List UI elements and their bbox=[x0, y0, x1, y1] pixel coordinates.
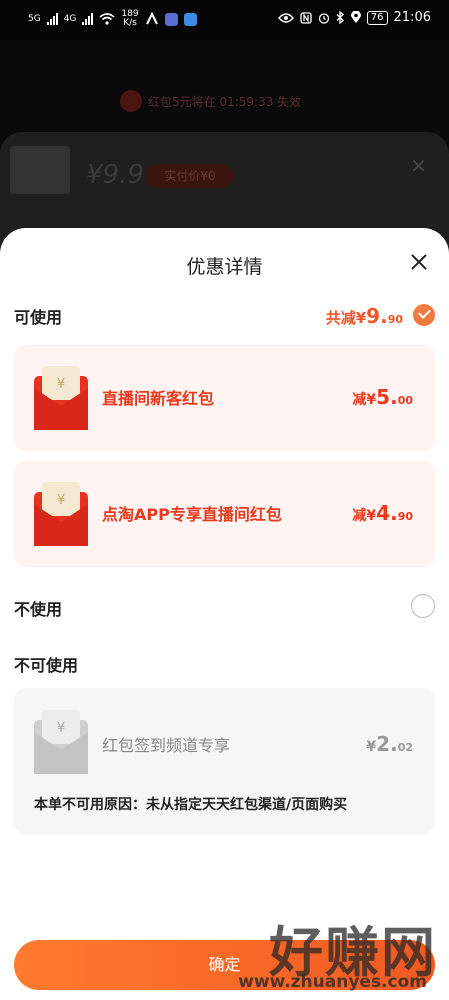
net-speed: 189 K/s bbox=[121, 10, 138, 28]
red-envelope-icon: ¥ bbox=[34, 482, 88, 546]
coupon-amount-dec: 90 bbox=[397, 510, 413, 523]
network-label: 5G bbox=[28, 14, 41, 24]
total-dec: 90 bbox=[387, 313, 403, 326]
background-close-icon: ✕ bbox=[410, 154, 427, 178]
svg-text:¥: ¥ bbox=[57, 721, 65, 736]
alarm-icon bbox=[318, 12, 329, 24]
countdown-badge-icon bbox=[120, 90, 142, 112]
coupon-amount-prefix: 减¥ bbox=[352, 508, 377, 524]
unusable-reason: 本单不可用原因：未从指定天天红包渠道/页面购买 bbox=[34, 797, 348, 813]
svg-text:¥: ¥ bbox=[57, 377, 65, 392]
not-use-option-label[interactable]: 不使用 bbox=[14, 596, 62, 620]
background-price-value: 9.9 bbox=[102, 160, 144, 190]
status-right: 76 21:06 bbox=[277, 10, 431, 25]
clock: 21:06 bbox=[393, 10, 431, 25]
coupon-name: 直播间新客红包 bbox=[102, 389, 215, 408]
sheet-title: 优惠详情 bbox=[186, 256, 263, 278]
coupon-amount-prefix: 减¥ bbox=[352, 392, 377, 408]
signal-icon bbox=[46, 13, 58, 25]
coupon-amount-int: 5. bbox=[376, 385, 398, 409]
red-envelope-icon: ¥ bbox=[34, 366, 88, 430]
total-discount: 共减¥ 9. 90 bbox=[326, 304, 403, 328]
close-button[interactable] bbox=[407, 250, 431, 274]
coupon-card[interactable]: ¥ 点淘APP专享直播间红包 减¥ 4. 90 bbox=[14, 461, 435, 567]
coupon-amount: 减¥ 5. 00 bbox=[352, 385, 413, 409]
bluetooth-icon bbox=[336, 11, 344, 24]
coupon-amount: 减¥ 4. 90 bbox=[352, 501, 413, 525]
total-prefix: 共减¥ bbox=[325, 309, 367, 327]
coupon-amount-int: 4. bbox=[376, 501, 398, 525]
countdown-banner: 红包5元将在 01:59:33 失效 bbox=[120, 90, 301, 112]
countdown-text: 红包5元将在 01:59:33 失效 bbox=[148, 94, 302, 109]
wifi-icon bbox=[99, 13, 115, 25]
unusable-amount-dec: 02 bbox=[397, 741, 413, 754]
unusable-amount-prefix: ¥ bbox=[366, 739, 377, 755]
total-int: 9. bbox=[366, 304, 388, 328]
status-bar: 5G 4G 189 K/s 76 21:06 bbox=[0, 0, 449, 40]
app-notification-icon bbox=[145, 12, 158, 25]
coupon-card[interactable]: ¥ 直播间新客红包 减¥ 5. 00 bbox=[14, 345, 435, 451]
discount-details-sheet: 优惠详情 可使用 共减¥ 9. 90 ¥ 直播间新客红包 减¥ 5. 00 ¥ 点淘AP… bbox=[0, 228, 449, 1000]
background-price-pill: 实付价¥0 bbox=[146, 164, 234, 188]
background-product-thumbnail bbox=[10, 146, 70, 194]
unusable-coupon-card: ¥ 红包签到频道专享 ¥2. 02 本单不可用原因：未从指定天天红包渠道/页面购买 bbox=[14, 688, 435, 834]
eye-icon bbox=[277, 12, 294, 23]
nfc-icon bbox=[300, 11, 312, 24]
usable-section-label: 可使用 bbox=[14, 308, 63, 327]
svg-text:¥: ¥ bbox=[57, 493, 65, 508]
app-icon-1 bbox=[164, 12, 178, 26]
watermark-url: www.zhuanyes.com bbox=[238, 972, 427, 992]
network2-label: 4G bbox=[63, 14, 77, 24]
signal2-icon bbox=[82, 13, 94, 25]
app-icon-2 bbox=[183, 12, 197, 26]
status-left: 5G 4G 189 K/s bbox=[28, 10, 197, 28]
speed-unit: K/s bbox=[123, 18, 137, 28]
unusable-coupon-amount: ¥2. 02 bbox=[366, 732, 413, 756]
not-use-radio[interactable] bbox=[411, 594, 435, 618]
watermark: 好赚网 www.zhuanyes.com bbox=[237, 908, 437, 1000]
location-icon bbox=[350, 11, 361, 23]
grey-envelope-icon: ¥ bbox=[34, 710, 88, 774]
unusable-amount-int: 2. bbox=[376, 732, 398, 756]
unusable-section-label: 不可使用 bbox=[14, 656, 79, 675]
usable-selected-check-icon[interactable] bbox=[413, 304, 435, 326]
battery-indicator: 76 bbox=[366, 10, 388, 25]
background-price: ¥9.9 bbox=[86, 160, 144, 190]
unusable-coupon-name: 红包签到频道专享 bbox=[102, 736, 231, 755]
coupon-amount-dec: 00 bbox=[397, 394, 413, 407]
coupon-name: 点淘APP专享直播间红包 bbox=[102, 505, 282, 524]
